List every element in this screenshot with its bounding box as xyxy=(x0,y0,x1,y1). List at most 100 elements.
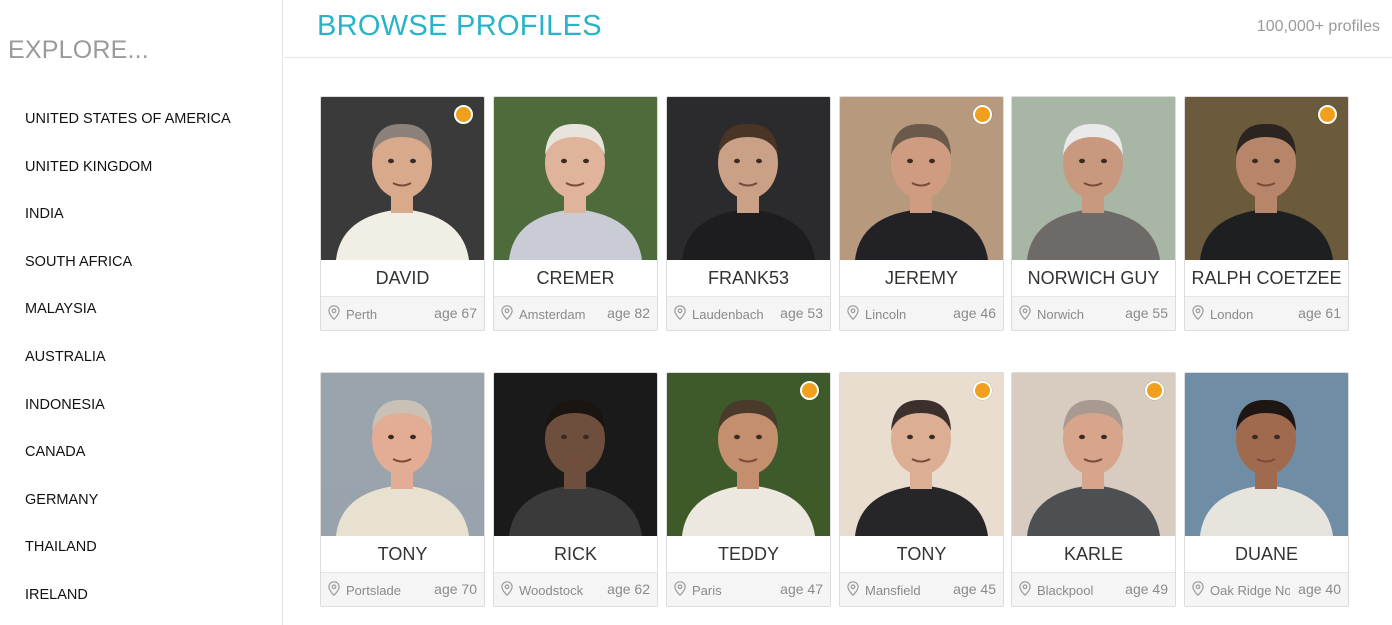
country-link[interactable]: UNITED STATES OF AMERICA xyxy=(25,109,231,157)
profile-city: Laudenbach xyxy=(692,307,764,322)
page-title: BROWSE PROFILES xyxy=(317,10,602,42)
profile-meta: Mansfield age 45 xyxy=(840,572,1003,606)
country-link[interactable]: AUSTRALIA xyxy=(25,347,231,395)
profile-age: age 45 xyxy=(953,581,996,597)
location-pin-icon xyxy=(847,581,859,597)
profile-city: London xyxy=(1210,307,1254,322)
location-pin-icon xyxy=(674,305,686,321)
online-status-icon xyxy=(454,105,473,124)
online-status-icon xyxy=(800,381,819,400)
country-link[interactable]: SOUTH AFRICA xyxy=(25,252,231,300)
profile-name[interactable]: DAVID xyxy=(321,260,484,296)
profile-age: age 67 xyxy=(434,305,477,321)
profile-card[interactable]: CREMER Amsterdam age 82 xyxy=(493,96,658,331)
profile-age: age 47 xyxy=(780,581,823,597)
profile-name[interactable]: CREMER xyxy=(494,260,657,296)
profile-card[interactable]: TEDDY Paris age 47 xyxy=(666,372,831,607)
profile-photo[interactable] xyxy=(667,97,830,260)
profile-card[interactable]: DAVID Perth age 67 xyxy=(320,96,485,331)
online-status-icon xyxy=(1318,105,1337,124)
profile-photo[interactable] xyxy=(840,97,1003,260)
country-link[interactable]: INDONESIA xyxy=(25,395,231,443)
profile-name[interactable]: TEDDY xyxy=(667,536,830,572)
profile-name[interactable]: KARLE xyxy=(1012,536,1175,572)
profile-name[interactable]: RALPH COETZEE xyxy=(1185,260,1348,296)
location-pin-icon xyxy=(501,581,513,597)
profile-photo[interactable] xyxy=(494,97,657,260)
profile-name[interactable]: JEREMY xyxy=(840,260,1003,296)
online-status-icon xyxy=(973,105,992,124)
location-pin-icon xyxy=(674,581,686,597)
profile-city: Portslade xyxy=(346,583,401,598)
country-link[interactable]: IRELAND xyxy=(25,585,231,625)
location-pin-icon xyxy=(1192,305,1204,321)
profile-city: Paris xyxy=(692,583,722,598)
profile-photo[interactable] xyxy=(840,373,1003,536)
location-pin-icon xyxy=(847,305,859,321)
profile-name[interactable]: NORWICH GUY xyxy=(1012,260,1175,296)
profile-city: Lincoln xyxy=(865,307,907,322)
country-link[interactable]: GERMANY xyxy=(25,490,231,538)
explore-heading: EXPLORE... xyxy=(8,36,149,64)
profile-city: Mansfield xyxy=(865,583,921,598)
profile-meta: Laudenbach age 53 xyxy=(667,296,830,330)
profile-card[interactable]: JEREMY Lincoln age 46 xyxy=(839,96,1004,331)
profile-meta: Paris age 47 xyxy=(667,572,830,606)
profile-age: age 53 xyxy=(780,305,823,321)
profile-count: 100,000+ profiles xyxy=(1256,18,1380,35)
profile-name[interactable]: TONY xyxy=(840,536,1003,572)
profile-meta: Norwich age 55 xyxy=(1012,296,1175,330)
profile-meta: Lincoln age 46 xyxy=(840,296,1003,330)
profile-photo[interactable] xyxy=(667,373,830,536)
profile-photo[interactable] xyxy=(1012,97,1175,260)
profile-name[interactable]: FRANK53 xyxy=(667,260,830,296)
profile-meta: Woodstock age 62 xyxy=(494,572,657,606)
country-link[interactable]: CANADA xyxy=(25,442,231,490)
profile-photo[interactable] xyxy=(1185,373,1348,536)
country-link[interactable]: THAILAND xyxy=(25,537,231,585)
country-link[interactable]: MALAYSIA xyxy=(25,299,231,347)
location-pin-icon xyxy=(328,581,340,597)
country-link[interactable]: UNITED KINGDOM xyxy=(25,157,231,205)
location-pin-icon xyxy=(1192,581,1204,597)
profile-photo[interactable] xyxy=(321,373,484,536)
profile-card[interactable]: FRANK53 Laudenbach age 53 xyxy=(666,96,831,331)
profile-city: Perth xyxy=(346,307,378,322)
profile-age: age 82 xyxy=(607,305,650,321)
profile-card[interactable]: TONY Mansfield age 45 xyxy=(839,372,1004,607)
profile-city: Amsterdam xyxy=(519,307,586,322)
profile-card[interactable]: KARLE Blackpool age 49 xyxy=(1011,372,1176,607)
profile-meta: Portslade age 70 xyxy=(321,572,484,606)
profile-age: age 61 xyxy=(1298,305,1341,321)
profile-city: Norwich xyxy=(1037,307,1084,322)
profile-card[interactable]: TONY Portslade age 70 xyxy=(320,372,485,607)
profile-name[interactable]: TONY xyxy=(321,536,484,572)
location-pin-icon xyxy=(501,305,513,321)
profile-photo[interactable] xyxy=(1185,97,1348,260)
profile-age: age 55 xyxy=(1125,305,1168,321)
profile-card[interactable]: DUANE Oak Ridge North age 40 xyxy=(1184,372,1349,607)
profile-meta: Amsterdam age 82 xyxy=(494,296,657,330)
profile-card[interactable]: NORWICH GUY Norwich age 55 xyxy=(1011,96,1176,331)
page-header: BROWSE PROFILES 100,000+ profiles xyxy=(284,0,1392,58)
location-pin-icon xyxy=(328,305,340,321)
profile-meta: Perth age 67 xyxy=(321,296,484,330)
country-link[interactable]: INDIA xyxy=(25,204,231,252)
explore-sidebar: EXPLORE... UNITED STATES OF AMERICA UNITE… xyxy=(0,0,283,625)
profile-age: age 46 xyxy=(953,305,996,321)
profile-name[interactable]: DUANE xyxy=(1185,536,1348,572)
profile-age: age 62 xyxy=(607,581,650,597)
location-pin-icon xyxy=(1019,305,1031,321)
profile-card[interactable]: RALPH COETZEE London age 61 xyxy=(1184,96,1349,331)
profile-photo[interactable] xyxy=(321,97,484,260)
location-pin-icon xyxy=(1019,581,1031,597)
profile-city: Blackpool xyxy=(1037,583,1094,598)
profile-name[interactable]: RICK xyxy=(494,536,657,572)
profile-meta: Blackpool age 49 xyxy=(1012,572,1175,606)
profile-photo[interactable] xyxy=(494,373,657,536)
profile-photo[interactable] xyxy=(1012,373,1175,536)
profile-city: Woodstock xyxy=(519,583,584,598)
profile-age: age 40 xyxy=(1298,581,1341,597)
profile-meta: London age 61 xyxy=(1185,296,1348,330)
profile-card[interactable]: RICK Woodstock age 62 xyxy=(493,372,658,607)
